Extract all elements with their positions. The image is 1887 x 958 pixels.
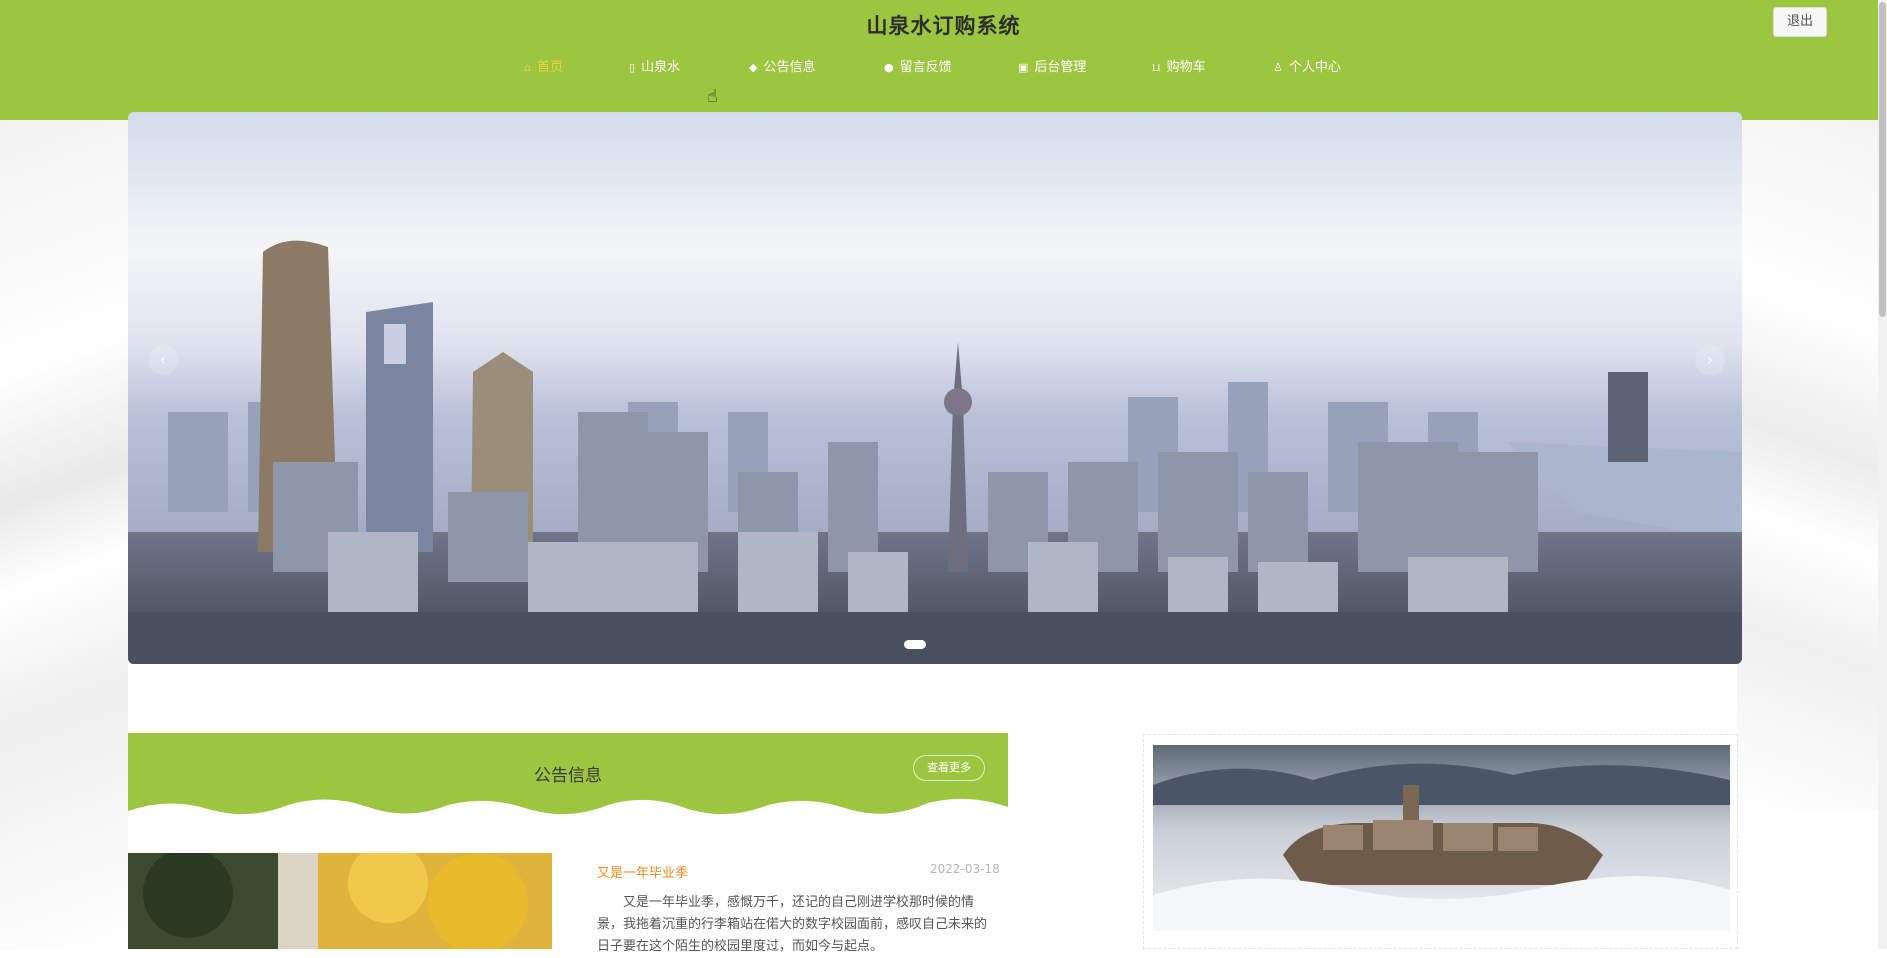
side-card-image[interactable] [1153,745,1730,931]
carousel-next-button[interactable]: › [1695,345,1725,375]
nav-item-cart[interactable]: ⊔ 购物车 [1152,56,1206,80]
home-icon: ⌂ [524,61,531,74]
nav-item-label: 后台管理 [1034,60,1087,75]
notice-item-thumbnail[interactable] [128,853,552,949]
nav-item-label: 山泉水 [641,60,681,75]
site-title: 山泉水订购系统 [866,14,1021,38]
hand-cursor-icon: ☝ [707,86,718,107]
decorative-sweep-left [0,110,128,950]
notice-item-title[interactable]: 又是一年毕业季 [597,862,688,881]
scrollbar-thumb[interactable] [1879,2,1886,317]
view-more-button[interactable]: 查看更多 [913,755,985,781]
castle-in-clouds-image [1153,745,1730,931]
city-skyline-image [128,112,1742,664]
nav-item-label: 留言反馈 [899,60,952,75]
dashboard-icon: ▣ [1018,61,1029,74]
carousel-prev-button[interactable]: ‹ [148,345,178,375]
main-nav: ⌂ 首页 ▯ 山泉水 ◆ 公告信息 ● 留言反馈 ▣ 后台管理 ⊔ 购物车 ♙ 个人中心 [0,56,1887,80]
bell-icon: ◆ [749,61,758,74]
nav-item-home[interactable]: ⌂ 首页 [524,56,563,80]
notice-item-date: 2022-03-18 [930,862,1000,876]
cart-icon: ⊔ [1152,61,1161,74]
nav-item-label: 个人中心 [1288,60,1341,75]
nav-item-admin[interactable]: ▣ 后台管理 [1018,56,1086,80]
logout-button[interactable]: 退出 [1773,7,1827,37]
notice-section-header: 公告信息 查看更多 [128,733,1008,823]
nav-item-label: 首页 [536,60,563,75]
decorative-sweep-right [1737,110,1887,810]
nav-item-label: 购物车 [1166,60,1206,75]
notice-wave-edge [128,798,1008,823]
top-header: 山泉水订购系统 退出 ⌂ 首页 ▯ 山泉水 ◆ 公告信息 ● 留言反馈 ▣ 后台管理 ⊔ 购… [0,0,1887,120]
hero-banner[interactable] [128,112,1742,664]
user-icon: ♙ [1273,61,1283,74]
notice-section-title: 公告信息 [534,766,602,786]
side-image-card [1143,734,1738,949]
notice-item-excerpt: 又是一年毕业季，感慨万千，还记的自己刚进学校那时候的情景，我拖着沉重的行李箱站在… [597,895,988,954]
nav-item-feedback[interactable]: ● 留言反馈 [884,56,952,80]
nav-item-profile[interactable]: ♙ 个人中心 [1273,56,1341,80]
carousel-indicator-dot[interactable] [904,640,926,649]
page-scrollbar[interactable] [1878,0,1887,949]
nav-item-notices[interactable]: ◆ 公告信息 [749,56,815,80]
bottle-icon: ▯ [629,61,636,74]
chat-icon: ● [884,61,894,74]
nav-item-label: 公告信息 [763,60,816,75]
autumn-tree-image [128,853,552,949]
nav-item-spring-water[interactable]: ▯ 山泉水 [629,56,680,80]
